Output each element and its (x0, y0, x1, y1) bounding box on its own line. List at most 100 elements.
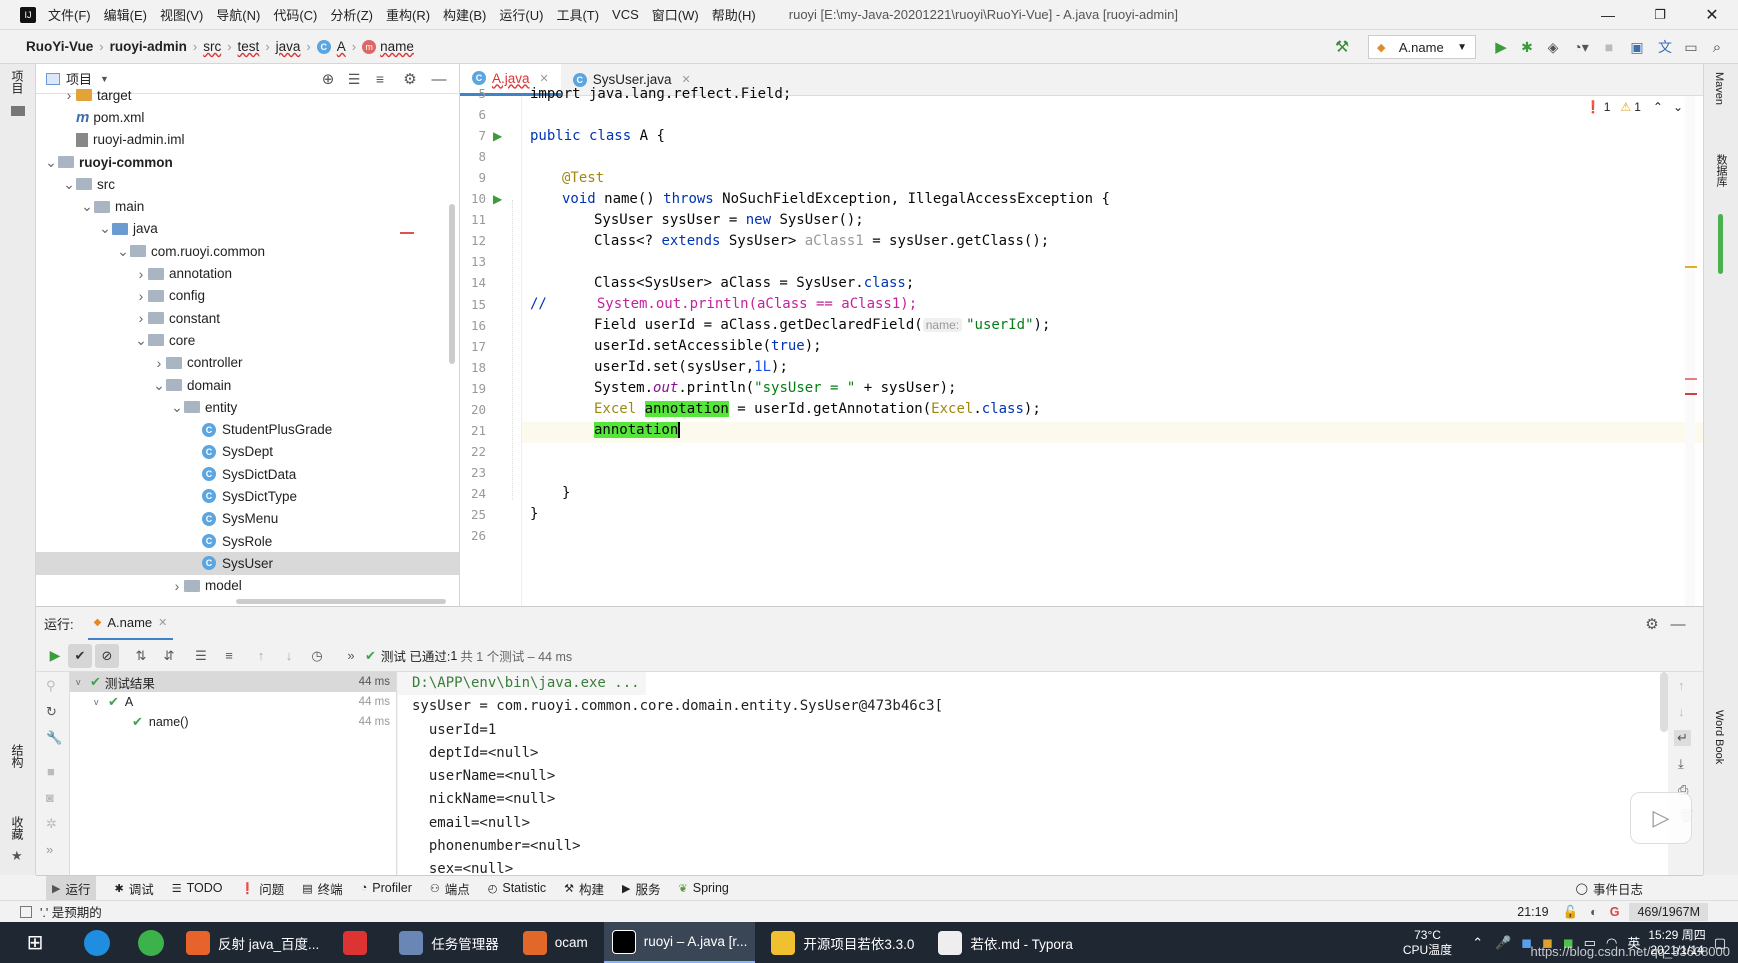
menu-item[interactable]: 导航(N) (216, 5, 260, 24)
settings-icon[interactable]: ✲ (46, 816, 57, 832)
more-icon[interactable]: » (337, 648, 365, 663)
console-scrollbar[interactable] (1660, 672, 1668, 732)
database-tool-button[interactable]: 数据库 (1713, 154, 1729, 187)
tool-run[interactable]: ▶ 运行 (46, 876, 97, 900)
tree-item[interactable]: ⌄ src (36, 173, 459, 195)
wordbook-tool-button[interactable]: Word Book (1713, 710, 1725, 764)
project-tool-button[interactable]: 项目 (10, 70, 26, 94)
close-icon[interactable]: ✕ (682, 73, 691, 86)
tree-item[interactable]: ruoyi-admin.iml (36, 129, 459, 151)
tree-item[interactable]: C SysUser (36, 552, 459, 575)
chevron-right-icon[interactable]: › (134, 266, 148, 282)
show-ignored-icon[interactable]: ⊘ (95, 643, 119, 668)
run-icon[interactable]: ▶ (1488, 38, 1514, 56)
code-area[interactable]: import java.lang.reflect.Field; public c… (460, 86, 1650, 606)
tool-debug[interactable]: ✱ 调试 (114, 879, 153, 898)
event-log-button[interactable]: ◯ 事件日志 (1576, 879, 1643, 898)
breadcrumb-module[interactable]: ruoyi-admin (110, 39, 187, 54)
tray-chevron-icon[interactable]: ⌃ (1472, 935, 1483, 951)
tool-profiler[interactable]: ◔ Profiler (361, 881, 412, 895)
project-structure-icon[interactable]: ▣ (1622, 39, 1652, 56)
tree-item[interactable]: ⌄ core (36, 329, 459, 351)
editor-scrollbar-track[interactable] (1685, 96, 1697, 606)
menu-item[interactable]: 重构(R) (386, 5, 430, 24)
chevron-down-icon[interactable]: ⌄ (152, 377, 166, 394)
run-config-select[interactable]: ◆ A.name ▼ (1368, 35, 1476, 59)
console-output[interactable]: D:\APP\env\bin\java.exe ... sysUser = com… (398, 672, 1668, 875)
run-tab[interactable]: ◆ A.name ✕ (87, 607, 174, 641)
maven-tool-button[interactable]: Maven (1713, 72, 1725, 105)
wrench-icon[interactable]: 🔧 (46, 730, 62, 746)
arrow-up-icon[interactable]: ↑ (247, 648, 275, 663)
pin-icon[interactable]: ⚲ (46, 678, 56, 694)
tree-item[interactable]: C SysDept (36, 441, 459, 463)
tool-todo[interactable]: ☰ TODO (172, 881, 223, 895)
breadcrumb-src[interactable]: src (203, 39, 221, 54)
caret-position[interactable]: 21:19 (1517, 905, 1548, 919)
chevron-right-icon[interactable]: › (152, 355, 166, 371)
tree-item[interactable]: › constant (36, 307, 459, 329)
menu-item[interactable]: 分析(Z) (330, 5, 373, 24)
tool-services[interactable]: ▶ 服务 (622, 879, 660, 898)
tree-item[interactable]: C SysMenu (36, 508, 459, 530)
chevron-down-icon[interactable]: ⌄ (1673, 100, 1683, 114)
chevron-down-icon[interactable]: ⌄ (80, 198, 94, 215)
refresh-icon[interactable]: ↻ (46, 704, 57, 720)
chevron-right-icon[interactable]: › (170, 578, 184, 594)
windows-start-icon[interactable]: ⊞ (0, 922, 70, 963)
microphone-icon[interactable]: 🎤 (1495, 935, 1511, 951)
tree-item[interactable]: C SysDictType (36, 485, 459, 507)
chevron-up-icon[interactable]: ⌃ (1653, 100, 1663, 114)
chevron-down-icon[interactable]: ⌄ (134, 332, 148, 349)
chevron-right-icon[interactable]: › (134, 310, 148, 326)
menu-item[interactable]: VCS (612, 7, 639, 22)
taskbar-item[interactable]: 反射 java_百度... (178, 922, 327, 963)
chevron-down-icon[interactable]: ⌄ (62, 176, 76, 193)
tree-item[interactable]: ⌄ java (36, 218, 459, 240)
breadcrumb-java[interactable]: java (276, 39, 301, 54)
tree-scrollbar[interactable] (449, 204, 455, 364)
tree-item[interactable]: ⌄ ruoyi-common (36, 151, 459, 173)
camera-icon[interactable]: ◙ (46, 790, 54, 805)
tree-item[interactable]: › target (36, 84, 459, 106)
menu-item[interactable]: 帮助(H) (712, 5, 756, 24)
tree-item[interactable]: C StudentPlusGrade (36, 418, 459, 440)
stop-icon[interactable]: ■ (47, 764, 55, 779)
video-overlay-play-button[interactable]: ▷ (1630, 792, 1692, 844)
show-passed-icon[interactable]: ✔ (68, 643, 92, 668)
run-gutter-icon[interactable]: ▶ (493, 129, 502, 143)
presentation-icon[interactable]: ▭ (1678, 39, 1704, 56)
sort-alpha-icon[interactable]: ⇅ (127, 648, 155, 664)
close-icon[interactable]: ✕ (540, 72, 549, 85)
chevron-right-icon[interactable]: › (62, 87, 76, 103)
lock-icon[interactable]: 🔓 (1563, 905, 1579, 920)
breadcrumb-project[interactable]: RuoYi-Vue (26, 39, 93, 54)
chevron-down-icon[interactable]: ⌄ (116, 243, 130, 260)
tree-item[interactable]: C SysDictData (36, 463, 459, 485)
menu-item[interactable]: 构建(B) (443, 5, 486, 24)
tool-problems[interactable]: ❗ 问题 (240, 879, 284, 898)
history-icon[interactable]: ◷ (303, 648, 331, 664)
run-gutter-icon[interactable]: ▶ (493, 192, 502, 206)
menu-item[interactable]: 工具(T) (556, 5, 599, 24)
coverage-icon[interactable]: ◈ (1540, 39, 1566, 56)
chevron-down-icon[interactable]: ⌄ (98, 220, 112, 237)
edge-icon[interactable] (70, 922, 124, 963)
minimize-button[interactable]: — (1582, 7, 1634, 23)
stop-icon[interactable]: ■ (1596, 39, 1622, 55)
tree-item[interactable]: › annotation (36, 262, 459, 284)
search-icon[interactable]: ⌕ (1704, 39, 1730, 56)
arrow-down-icon[interactable]: ↓ (275, 648, 303, 663)
taskbar-item[interactable]: 任务管理器 (391, 922, 507, 963)
breadcrumb-test[interactable]: test (238, 39, 260, 54)
tree-item[interactable]: › config (36, 285, 459, 307)
soft-wrap-icon[interactable]: ↵ (1674, 730, 1691, 746)
close-button[interactable]: ✕ (1686, 5, 1738, 25)
memory-indicator[interactable]: 469/1967M (1629, 903, 1708, 921)
menu-item[interactable]: 视图(V) (160, 5, 203, 24)
tool-build[interactable]: ⚒ 构建 (564, 879, 604, 898)
more-icon[interactable]: » (46, 842, 53, 857)
collapse-all-icon[interactable]: ≡ (215, 648, 243, 663)
favorites-tool-button[interactable]: 收藏 (10, 816, 26, 840)
tree-item[interactable]: ⌄ main (36, 195, 459, 217)
